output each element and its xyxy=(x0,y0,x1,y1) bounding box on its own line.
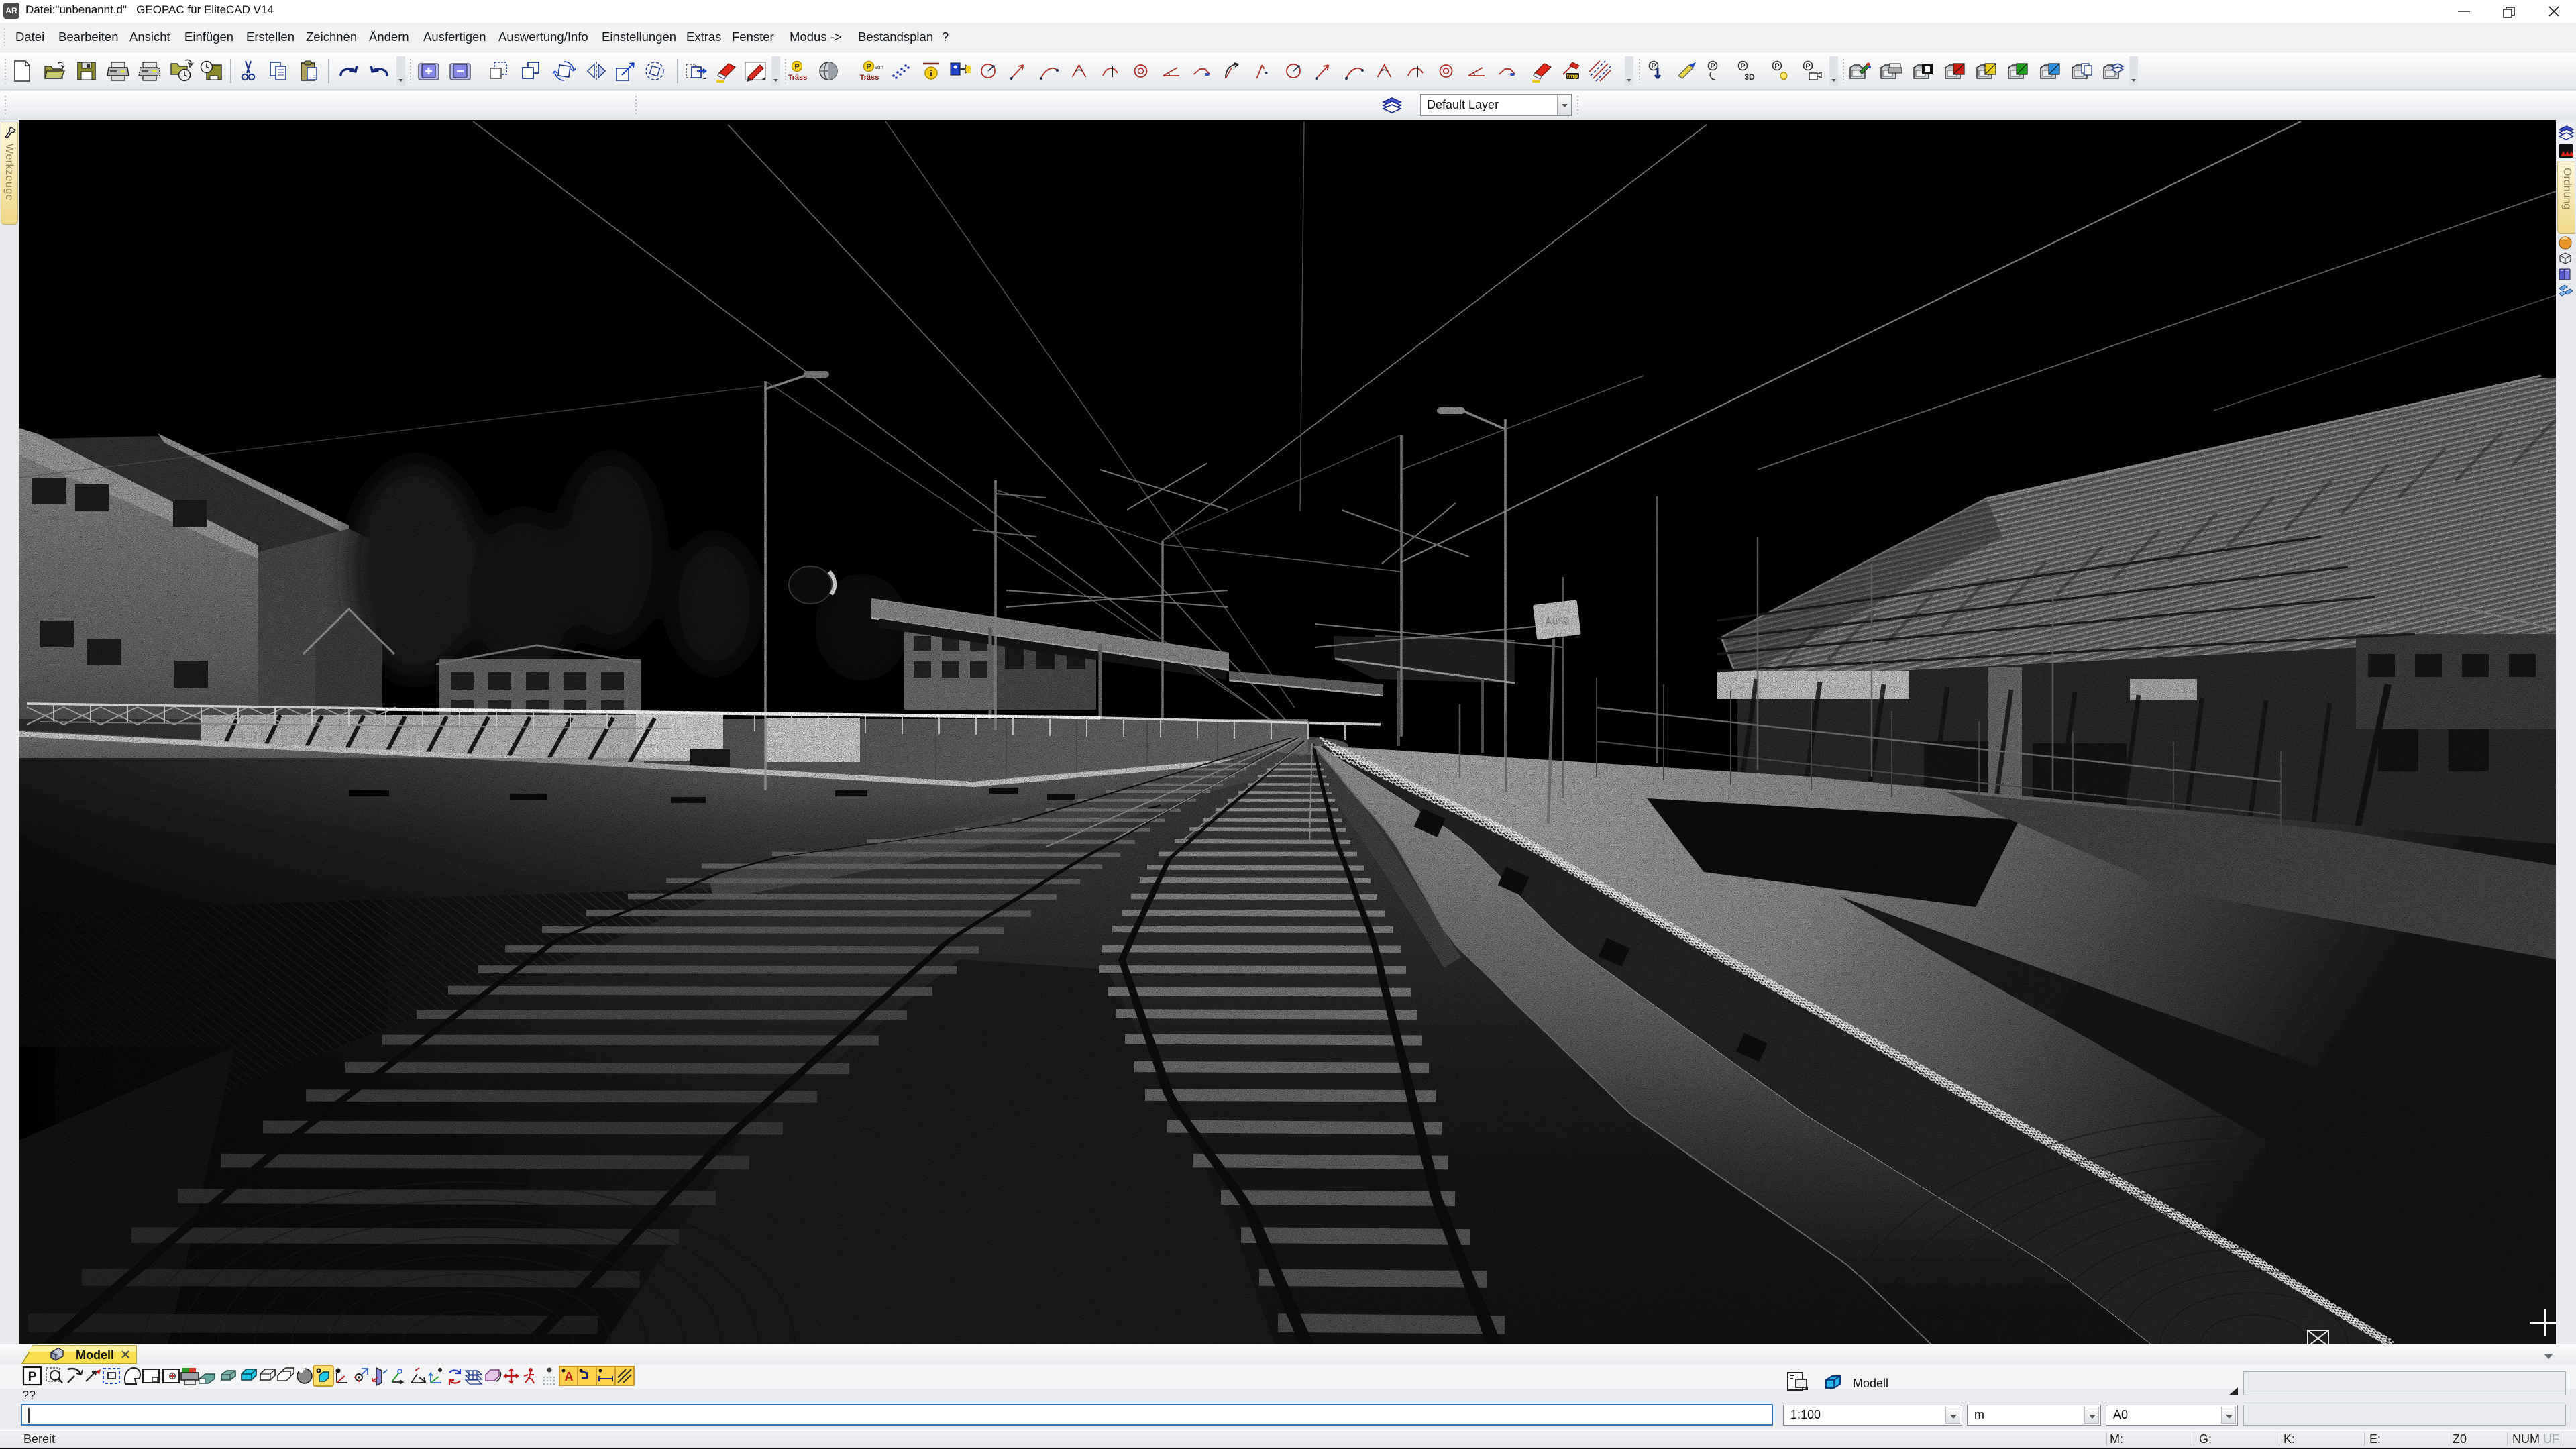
svg-text:Träss: Träss xyxy=(788,74,808,82)
svg-text:i: i xyxy=(930,68,932,78)
svg-text:von: von xyxy=(875,64,883,70)
svg-text:tmp: tmp xyxy=(1567,73,1578,80)
svg-text:Träss: Träss xyxy=(860,74,879,82)
svg-text:P: P xyxy=(1710,62,1715,70)
svg-text:P: P xyxy=(794,63,799,71)
svg-text:A: A xyxy=(565,1370,574,1383)
svg-text:Modell: Modell xyxy=(76,1348,114,1362)
svg-text:P: P xyxy=(1805,62,1810,70)
svg-text:P: P xyxy=(866,63,871,71)
svg-text:3D: 3D xyxy=(1744,72,1755,82)
svg-text:P: P xyxy=(28,1370,37,1384)
svg-text:P: P xyxy=(1651,62,1656,70)
svg-text:P: P xyxy=(1740,62,1745,70)
svg-text:P: P xyxy=(1774,62,1779,70)
